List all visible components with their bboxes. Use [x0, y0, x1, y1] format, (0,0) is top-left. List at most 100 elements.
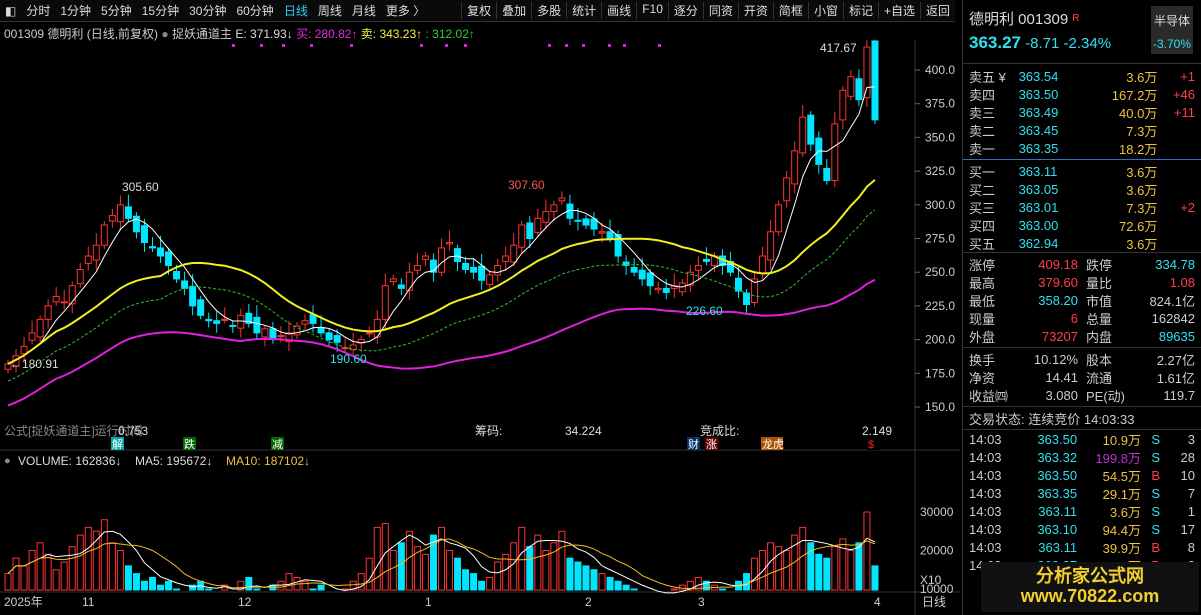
- stat-cell: 379.60: [1038, 274, 1078, 290]
- logo-text: 分析家公式网 www.70822.com: [1020, 566, 1160, 606]
- volume-bar: [36, 542, 44, 591]
- volume-toggle-icon[interactable]: ●: [4, 455, 11, 467]
- volume-bar: [84, 526, 92, 591]
- date-label: 2025年: [4, 595, 43, 609]
- period-tab[interactable]: 周线: [313, 2, 347, 19]
- stat-cell: 量比: [1086, 275, 1113, 291]
- indicator-name[interactable]: 捉妖通道主: [172, 27, 232, 41]
- indicator-toggle-icon[interactable]: ●: [161, 27, 168, 41]
- bid-row[interactable]: 买四 363.00 72.6万: [963, 216, 1201, 234]
- signal-marker[interactable]: $: [868, 439, 874, 451]
- price-tick: 375.0: [925, 97, 955, 111]
- signal-marker[interactable]: 龙虎: [762, 438, 784, 451]
- bid-row[interactable]: 买五 362.94 3.6万: [963, 234, 1201, 252]
- bid-row[interactable]: 买一 363.11 3.6万: [963, 162, 1201, 180]
- volume-bar: [502, 553, 510, 591]
- ask-row[interactable]: 卖五 ¥ 363.54 3.6万 +1: [963, 67, 1201, 85]
- layout-toggle-icon[interactable]: ◧: [0, 4, 21, 18]
- indicator-stat: 竞成比:: [700, 424, 739, 438]
- period-tab[interactable]: 1分钟: [55, 2, 96, 19]
- ask-row[interactable]: 卖四 363.50 167.2万 +46: [963, 85, 1201, 103]
- volume-bar: [847, 550, 855, 591]
- volume-legend-ma10: MA10: 187102↓: [226, 454, 310, 468]
- candle: [542, 199, 550, 230]
- stat-cell: 3.080: [1045, 387, 1078, 403]
- toolbar-button[interactable]: 标记: [842, 2, 878, 19]
- quote-panel: 德明利 001309 R 半导体 -3.70% 363.27 -8.71 -2.34…: [962, 0, 1201, 615]
- price-tick: 300.0: [925, 198, 955, 212]
- signal-marker[interactable]: 涨: [706, 438, 717, 451]
- volume-bar: [494, 561, 502, 591]
- candle: [389, 274, 397, 286]
- tick-row: 14:03 363.35 29.1万 S 7: [963, 484, 1201, 502]
- toolbar-button[interactable]: 开资: [737, 2, 773, 19]
- date-label: 日线: [922, 595, 946, 609]
- ask-row[interactable]: 卖三 363.49 40.0万 +11: [963, 103, 1201, 121]
- toolbar-button[interactable]: 同资: [702, 2, 738, 19]
- toolbar-button[interactable]: 统计: [566, 2, 601, 19]
- volume-bar: [421, 553, 429, 591]
- signal-dot: [658, 44, 661, 47]
- book-cell: 3.6万: [1126, 164, 1158, 180]
- book-cell: 18.2万: [1119, 141, 1158, 157]
- tick-cell: 199.8万: [1095, 450, 1141, 466]
- signal-dot: [565, 44, 568, 47]
- volume-bar: [389, 550, 397, 591]
- bid-row[interactable]: 买三 363.01 7.3万 +2: [963, 198, 1201, 216]
- period-tab[interactable]: 15分钟: [137, 2, 184, 19]
- signal-marker[interactable]: 减: [272, 438, 283, 451]
- bid-row[interactable]: 买二 363.05 3.6万: [963, 180, 1201, 198]
- sector-badge[interactable]: 半导体 -3.70%: [1151, 6, 1193, 54]
- toolbar-button[interactable]: 画线: [601, 2, 636, 19]
- candle: [132, 212, 140, 239]
- signal-marker[interactable]: 财: [688, 437, 699, 451]
- volume-bar: [534, 534, 542, 591]
- indicator-sell: 卖: 343.23↑: [360, 27, 423, 41]
- period-tab[interactable]: 60分钟: [231, 2, 278, 19]
- volume-bar: [397, 542, 405, 591]
- price-tick: 400.0: [925, 63, 955, 77]
- volume-bar: [863, 511, 871, 591]
- ask-row[interactable]: 卖一 363.35 18.2万: [963, 139, 1201, 157]
- candle: [839, 86, 847, 130]
- book-cell: +1: [1180, 68, 1196, 84]
- stat-cell: 334.78: [1155, 256, 1195, 272]
- toolbar-button[interactable]: 叠加: [496, 2, 531, 19]
- candle: [285, 320, 293, 352]
- volume-bar: [52, 569, 60, 591]
- tick-cell: 8: [1187, 539, 1196, 555]
- toolbar-button[interactable]: 小窗: [807, 2, 843, 19]
- book-cell: 363.54: [1018, 68, 1059, 84]
- ask-row[interactable]: 卖二 363.45 7.3万: [963, 121, 1201, 139]
- toolbar-button[interactable]: 简框: [772, 2, 808, 19]
- period-tab[interactable]: 更多 〉: [381, 2, 430, 19]
- toolbar-button[interactable]: +自选: [877, 2, 920, 19]
- period-tab[interactable]: 30分钟: [184, 2, 231, 19]
- book-cell: 买五: [969, 236, 996, 252]
- kline-chart[interactable]: 400.0 375.0 350.0 325.0 300.0 275.0 250.0 225.0…: [0, 40, 960, 615]
- period-tab[interactable]: 5分钟: [96, 2, 137, 19]
- toolbar-button[interactable]: 返回: [919, 2, 955, 19]
- period-tab[interactable]: 日线: [279, 2, 313, 19]
- indicator-e: E: 371.93↓: [235, 27, 293, 41]
- period-tab[interactable]: 分时: [21, 2, 55, 19]
- tick-cell: 363.35: [1037, 485, 1078, 501]
- candle: [831, 111, 839, 188]
- tick-cell: 363.11: [1038, 503, 1078, 519]
- volume-bar: [574, 561, 582, 591]
- stat-cell: 89635: [1158, 328, 1195, 344]
- toolbar-button[interactable]: 逐分: [667, 2, 703, 19]
- stock-tag: R: [1072, 13, 1080, 24]
- stat-row: 净资 14.41 流通 1.61亿: [963, 368, 1201, 386]
- candle: [654, 281, 662, 294]
- period-tab[interactable]: 月线: [347, 2, 381, 19]
- stat-cell: 824.1亿: [1149, 293, 1195, 309]
- toolbar-button[interactable]: F10: [636, 2, 668, 19]
- signal-marker[interactable]: 跌: [184, 437, 195, 451]
- toolbar-button[interactable]: 多股: [531, 2, 566, 19]
- toolbar-button[interactable]: 复权: [461, 2, 496, 19]
- book-cell: 卖五 ¥: [969, 69, 1006, 85]
- price-tick: 225.0: [925, 299, 955, 313]
- signal-marker[interactable]: 解: [112, 437, 123, 451]
- candle: [462, 256, 470, 274]
